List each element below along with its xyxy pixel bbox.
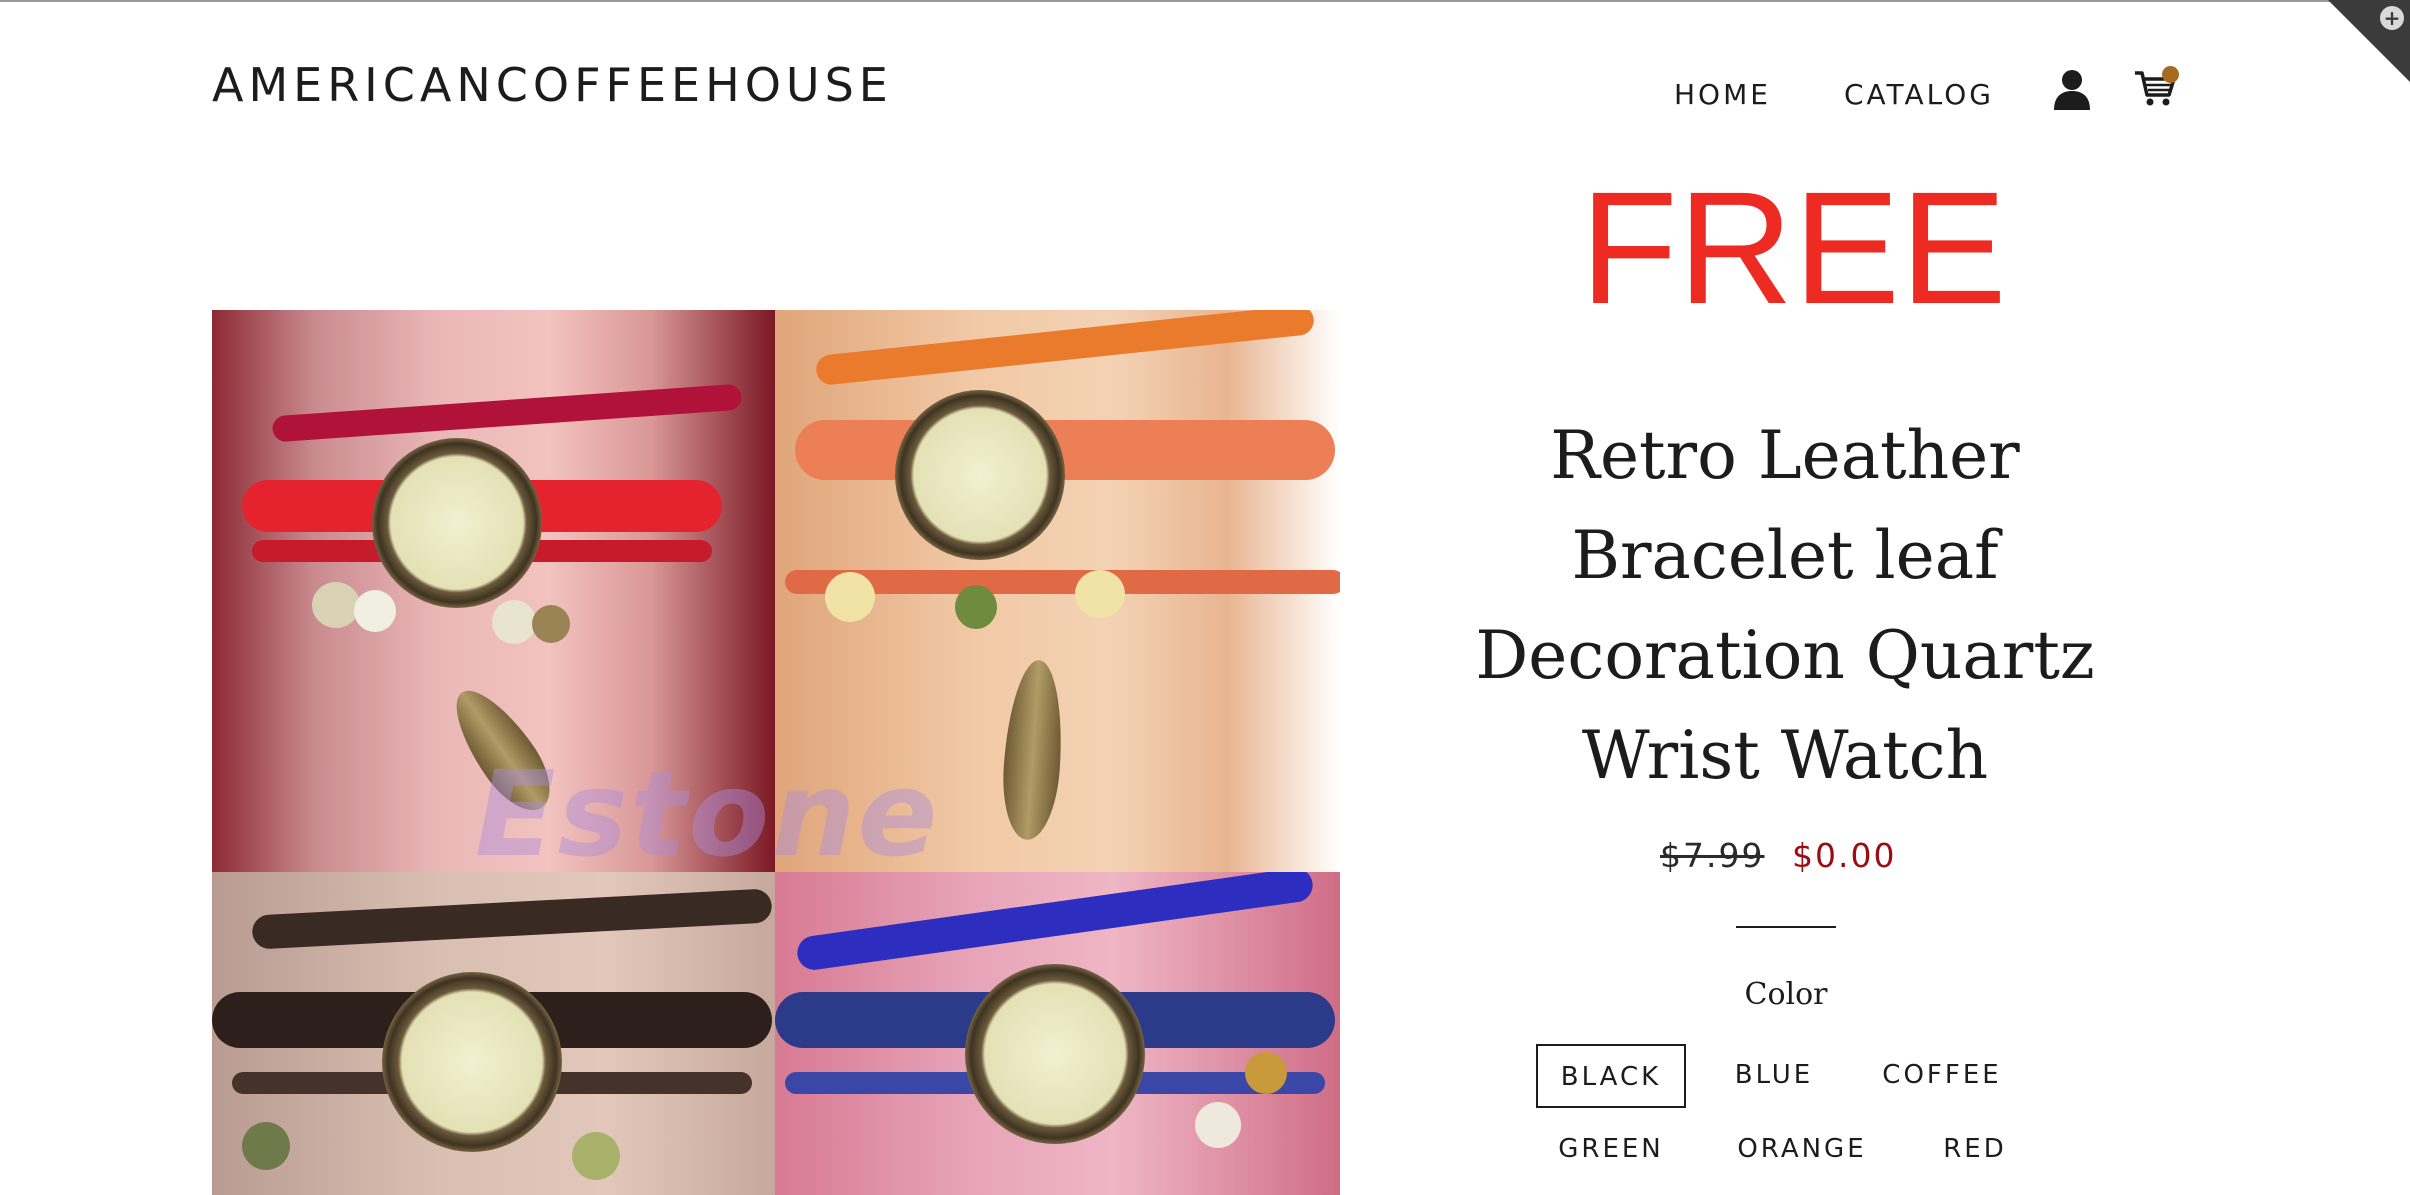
- cart-count-badge: [2162, 66, 2179, 83]
- original-price: $7.99: [1660, 836, 1765, 875]
- image-watermark: Estone: [475, 745, 940, 883]
- color-option-green[interactable]: GREEN: [1536, 1118, 1686, 1182]
- divider: [1736, 926, 1836, 928]
- color-option-black[interactable]: BLACK: [1536, 1044, 1686, 1108]
- product-title: Retro Leather Bracelet leaf Decoration Q…: [1475, 417, 2095, 794]
- color-option-red[interactable]: RED: [1920, 1118, 2030, 1182]
- nav-home[interactable]: HOME: [1674, 78, 1771, 111]
- product-image-black-watch: [212, 872, 775, 1195]
- color-option-blue[interactable]: BLUE: [1704, 1044, 1844, 1108]
- plus-icon[interactable]: +: [2380, 6, 2404, 30]
- product-image-blue-watch: [775, 872, 1340, 1195]
- site-logo[interactable]: AMERICANCOFFEEHOUSE: [212, 58, 893, 112]
- free-badge: FREE: [1580, 158, 2007, 337]
- sale-price: $0.00: [1792, 836, 1897, 875]
- corner-ribbon[interactable]: +: [2328, 0, 2410, 82]
- color-option-orange[interactable]: ORANGE: [1722, 1118, 1882, 1182]
- nav-catalog[interactable]: CATALOG: [1844, 78, 1994, 111]
- user-icon[interactable]: [2052, 68, 2092, 110]
- top-border: [0, 0, 2410, 2]
- color-option-label: Color: [1744, 977, 1828, 1012]
- color-option-coffee[interactable]: COFFEE: [1862, 1044, 2022, 1108]
